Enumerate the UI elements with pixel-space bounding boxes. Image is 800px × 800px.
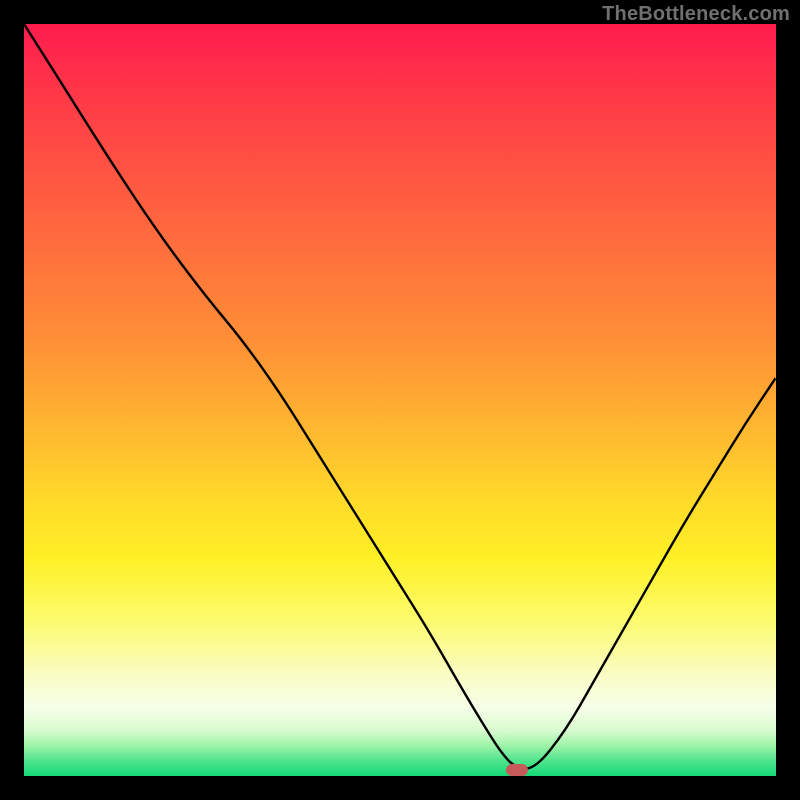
curve-path	[24, 24, 776, 769]
watermark-text: TheBottleneck.com	[602, 4, 790, 24]
chart-plot-area	[24, 24, 776, 776]
chart-frame: TheBottleneck.com	[0, 0, 800, 800]
optimal-point-marker	[506, 764, 528, 776]
bottleneck-curve	[24, 24, 776, 776]
